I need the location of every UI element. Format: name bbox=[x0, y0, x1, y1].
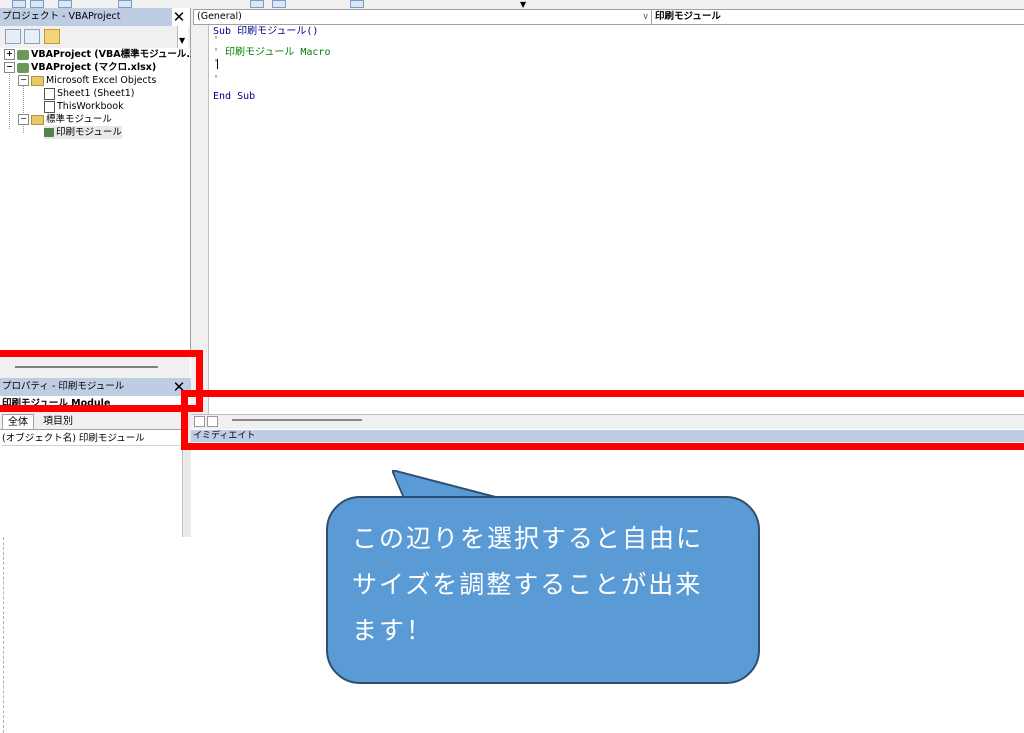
code-line-6: ' bbox=[213, 74, 220, 85]
expand-icon[interactable]: + bbox=[4, 49, 15, 60]
sheet-icon bbox=[44, 87, 55, 100]
project-icon bbox=[17, 49, 29, 60]
tree-item-excel-objects[interactable]: − Microsoft Excel Objects bbox=[18, 74, 156, 87]
project-scrollbar[interactable]: ▼ bbox=[177, 26, 188, 48]
tab-categorized[interactable]: 項目別 bbox=[38, 414, 78, 429]
highlight-box-left bbox=[0, 350, 203, 412]
tab-alphabetic[interactable]: 全体 bbox=[2, 414, 34, 430]
scroll-down-icon[interactable]: ▼ bbox=[179, 36, 185, 45]
collapse-icon[interactable]: − bbox=[18, 75, 29, 86]
tree-item-vbaproject-standard[interactable]: + VBAProject (VBA標準モジュール.x bbox=[4, 48, 196, 61]
pane-boundary bbox=[3, 537, 4, 733]
tree-item-thisworkbook[interactable]: ThisWorkbook bbox=[44, 100, 124, 113]
code-text: 印刷モジュール() bbox=[231, 26, 319, 37]
tree-item-modules-folder[interactable]: − 標準モジュール bbox=[18, 113, 112, 126]
tree-item-sheet1[interactable]: Sheet1 (Sheet1) bbox=[44, 87, 134, 100]
help-icon[interactable] bbox=[350, 0, 364, 8]
tree-label: Microsoft Excel Objects bbox=[46, 75, 157, 86]
run-icon[interactable] bbox=[250, 0, 264, 8]
module-icon bbox=[44, 128, 54, 137]
procedure-combo-value: 印刷モジュール bbox=[655, 11, 721, 22]
tree-label: Sheet1 (Sheet1) bbox=[57, 88, 135, 99]
code-line-3: ' 印刷モジュール Macro bbox=[213, 47, 331, 58]
properties-tabs: 全体 項目別 bbox=[0, 412, 182, 430]
tree-label: ThisWorkbook bbox=[57, 101, 124, 112]
callout-text: この辺りを選択すると自由に サイズを調整することが出来 ます！ bbox=[352, 524, 704, 645]
cut-icon[interactable] bbox=[118, 0, 132, 8]
tree-label: 印刷モジュール bbox=[56, 127, 122, 138]
folder-icon bbox=[31, 75, 44, 86]
collapse-icon[interactable]: − bbox=[4, 62, 15, 73]
properties-grid: (オブジェクト名) 印刷モジュール bbox=[0, 429, 182, 538]
excel-icon[interactable] bbox=[12, 0, 26, 8]
collapse-icon[interactable]: − bbox=[18, 114, 29, 125]
code-editor[interactable]: Sub 印刷モジュール() ' ' 印刷モジュール Macro ' ' End … bbox=[209, 25, 1024, 414]
save-icon[interactable] bbox=[58, 0, 72, 8]
object-combo[interactable]: (General) ∨ bbox=[193, 9, 653, 25]
toggle-folders-icon[interactable] bbox=[44, 29, 60, 44]
highlight-box-right bbox=[181, 390, 1024, 450]
project-toolbar bbox=[0, 26, 190, 48]
insert-icon[interactable] bbox=[30, 0, 44, 8]
workbook-icon bbox=[44, 100, 55, 113]
chevron-down-icon[interactable]: ∨ bbox=[642, 10, 649, 24]
toolbar-strip: ▼ bbox=[0, 0, 1024, 8]
text-cursor bbox=[217, 59, 218, 69]
view-code-icon[interactable] bbox=[5, 29, 21, 44]
toolbar-dropdown-icon[interactable]: ▼ bbox=[520, 0, 526, 8]
tree-item-module-selected[interactable]: 印刷モジュール bbox=[44, 126, 122, 139]
folder-icon bbox=[31, 114, 44, 125]
code-line-8: End Sub bbox=[213, 91, 256, 102]
procedure-combo[interactable]: 印刷モジュール bbox=[651, 9, 1024, 25]
property-row-name[interactable]: (オブジェクト名) 印刷モジュール bbox=[2, 432, 180, 446]
object-combo-value: (General) bbox=[197, 11, 242, 22]
project-explorer-title: プロジェクト - VBAProject bbox=[0, 8, 172, 26]
code-line-1: Sub 印刷モジュール() bbox=[213, 25, 318, 39]
close-icon[interactable]: ✕ bbox=[172, 10, 186, 25]
tree-label: VBAProject (マクロ.xlsx) bbox=[31, 62, 157, 73]
project-explorer: プロジェクト - VBAProject ✕ ▼ + VBAProject (VBA… bbox=[0, 8, 196, 353]
project-icon bbox=[17, 62, 29, 73]
tree-label: VBAProject (VBA標準モジュール.x bbox=[31, 49, 197, 60]
tree-label: 標準モジュール bbox=[46, 114, 112, 125]
view-object-icon[interactable] bbox=[24, 29, 40, 44]
design-icon[interactable] bbox=[272, 0, 286, 8]
tree-item-vbaproject-macro[interactable]: − VBAProject (マクロ.xlsx) bbox=[4, 61, 156, 74]
